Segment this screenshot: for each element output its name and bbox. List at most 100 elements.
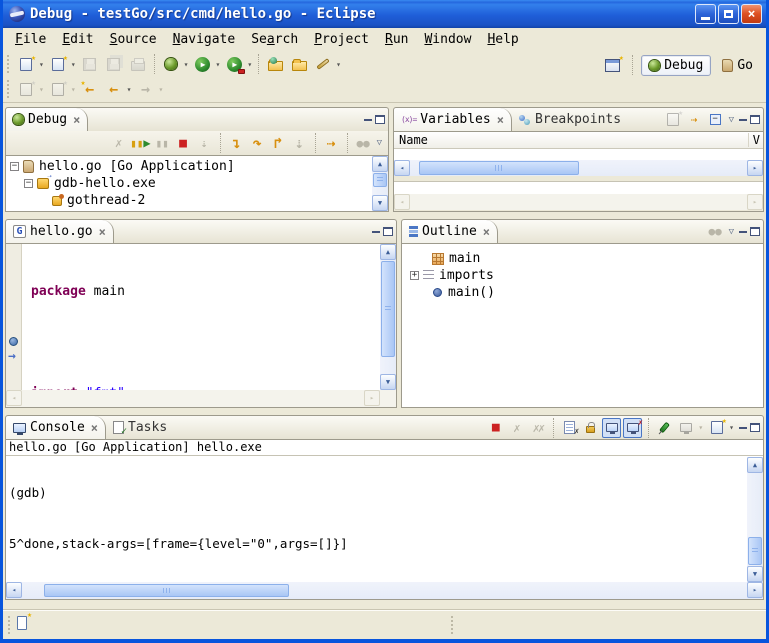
disconnect-button[interactable]: ⇣ [195, 133, 214, 153]
previous-annotation-dropdown[interactable]: ▾ [71, 85, 76, 94]
show-type-names-button[interactable] [664, 110, 683, 130]
outline-misc-button[interactable]: ●● [706, 222, 725, 242]
variables-horizontal-scrollbar[interactable]: ◂ ▸ [394, 160, 763, 176]
maximize-view-button[interactable] [750, 423, 760, 432]
annotation-brush-button[interactable] [312, 53, 334, 75]
last-edit-location-button[interactable]: ←★ [79, 78, 101, 100]
step-over-button[interactable]: ↷ [248, 133, 267, 153]
maximize-view-button[interactable] [383, 227, 393, 236]
toolbar-grip[interactable] [7, 55, 10, 73]
show-stderr-toggle[interactable] [623, 418, 642, 438]
tab-debug[interactable]: Debug × [6, 108, 88, 131]
scroll-up-button[interactable]: ▲ [380, 244, 396, 260]
drop-to-frame-button[interactable]: ⇣ [290, 133, 309, 153]
menu-run[interactable]: Run [377, 31, 416, 48]
show-stdout-toggle[interactable] [602, 418, 621, 438]
scroll-down-button[interactable]: ▼ [380, 374, 396, 390]
code-area[interactable]: package main import "fmt" func main() { … [23, 244, 380, 390]
tab-console[interactable]: Console × [6, 416, 106, 439]
scroll-left-button[interactable]: ◂ [6, 582, 22, 598]
console-vertical-scrollbar[interactable]: ▲ ▼ [747, 457, 763, 582]
open-console-button[interactable] [707, 418, 726, 438]
debug-misc-button[interactable]: ●● [354, 133, 373, 153]
save-button[interactable] [79, 53, 101, 75]
scrollbar-thumb[interactable] [381, 261, 395, 357]
minimize-view-button[interactable] [363, 115, 373, 124]
tab-outline[interactable]: Outline × [402, 220, 498, 243]
forward-button[interactable]: → [134, 78, 156, 100]
maximize-view-button[interactable] [750, 227, 760, 236]
console-horizontal-scrollbar[interactable]: ◂ ▸ [6, 582, 763, 599]
forward-dropdown[interactable]: ▾ [158, 85, 163, 94]
toolbar-grip[interactable] [7, 80, 10, 98]
tab-outline-close-icon[interactable]: × [483, 225, 490, 239]
scroll-right-button[interactable]: ▸ [747, 582, 763, 598]
tree-item-thread[interactable]: gothread-2 [10, 192, 388, 209]
editor-marker-ruler[interactable]: → [6, 244, 22, 390]
new-wizard-button[interactable] [15, 53, 37, 75]
outline-item-package[interactable]: main [410, 250, 763, 267]
menu-edit[interactable]: Edit [54, 31, 101, 48]
new-menu-dropdown[interactable]: ▾ [71, 60, 76, 69]
back-dropdown[interactable]: ▾ [127, 85, 132, 94]
debug-view-menu-icon[interactable]: ▽ [375, 138, 384, 148]
scroll-down-button[interactable]: ▼ [372, 195, 388, 211]
new-menu-button[interactable] [47, 53, 69, 75]
maximize-button[interactable] [718, 4, 739, 24]
title-bar[interactable]: Debug - testGo/src/cmd/hello.go - Eclips… [3, 0, 766, 28]
menu-source[interactable]: Source [102, 31, 165, 48]
tab-console-close-icon[interactable]: × [91, 421, 98, 435]
minimize-view-button[interactable] [738, 115, 748, 124]
perspective-go-button[interactable]: Go [715, 56, 760, 75]
scroll-up-button[interactable]: ▲ [747, 457, 763, 473]
tab-breakpoints[interactable]: Breakpoints [512, 108, 628, 131]
tree-item-partial[interactable]: − [10, 209, 388, 212]
use-step-filters-button[interactable]: ⇢ [322, 133, 341, 153]
fast-view-icon[interactable] [17, 616, 27, 630]
menu-search[interactable]: Search [243, 31, 306, 48]
scroll-up-button[interactable]: ▲ [372, 156, 388, 172]
clear-console-button[interactable] [560, 418, 579, 438]
next-annotation-dropdown[interactable]: ▾ [39, 85, 44, 94]
scrollbar-thumb[interactable] [373, 173, 387, 187]
console-output[interactable]: (gdb) 5^done,stack-args=[frame={level="0… [6, 457, 747, 582]
remove-launch-button[interactable]: ✗ [507, 418, 526, 438]
outline-item-imports[interactable]: + imports [410, 267, 763, 284]
scroll-lock-button[interactable] [581, 418, 600, 438]
scroll-down-button[interactable]: ▼ [747, 566, 763, 582]
resume-button[interactable]: ▮▮▶ [130, 133, 150, 153]
annotation-brush-dropdown[interactable]: ▾ [336, 60, 341, 69]
suspend-button[interactable]: ▮▮ [153, 133, 172, 153]
menu-file[interactable]: File [7, 31, 54, 48]
tab-hello-go-close-icon[interactable]: × [99, 225, 106, 239]
debug-vertical-scrollbar[interactable]: ▲ ▼ [372, 156, 388, 211]
collapse-all-button[interactable]: − [706, 110, 725, 130]
expander-icon[interactable]: − [10, 162, 19, 171]
minimize-view-button[interactable] [371, 227, 381, 236]
remove-all-terminated-button[interactable]: ✗ [109, 133, 128, 153]
display-selected-console-button[interactable] [676, 418, 695, 438]
tree-item-launch[interactable]: − hello.go [Go Application] [10, 158, 388, 175]
scrollbar-thumb[interactable] [419, 161, 579, 175]
tab-tasks[interactable]: Tasks [106, 416, 174, 439]
minimize-view-button[interactable] [738, 423, 748, 432]
breakpoint-icon[interactable] [9, 337, 18, 346]
expander-icon[interactable]: + [410, 271, 419, 280]
new-wizard-dropdown[interactable]: ▾ [39, 60, 44, 69]
tree-item-process[interactable]: − gdb-hello.exe [10, 175, 388, 192]
next-annotation-button[interactable] [15, 78, 37, 100]
outline-view-menu-icon[interactable]: ▽ [727, 227, 736, 237]
open-resource-button[interactable] [288, 53, 310, 75]
remove-all-launches-button[interactable]: ✗✗ [528, 418, 547, 438]
expander-icon[interactable]: − [24, 179, 33, 188]
step-into-button[interactable]: ↴ [227, 133, 246, 153]
close-button[interactable]: × [741, 4, 762, 24]
terminate-console-button[interactable]: ■ [486, 418, 505, 438]
debug-launch-button[interactable] [160, 53, 182, 75]
debug-launch-dropdown[interactable]: ▾ [184, 60, 189, 69]
run-launch-dropdown[interactable]: ▾ [215, 60, 220, 69]
menu-navigate[interactable]: Navigate [165, 31, 244, 48]
scrollbar-thumb[interactable] [748, 537, 762, 565]
terminate-button[interactable]: ■ [174, 133, 193, 153]
tab-variables[interactable]: (x)= Variables × [394, 108, 512, 131]
